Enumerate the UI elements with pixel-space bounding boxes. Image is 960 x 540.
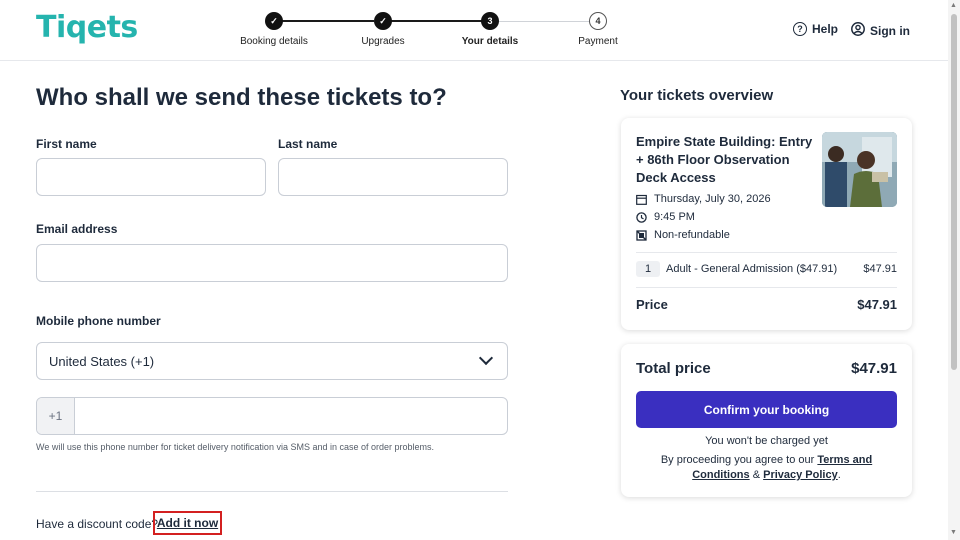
phone-number-field[interactable] bbox=[75, 398, 507, 434]
sign-in-link[interactable]: Sign in bbox=[851, 22, 910, 39]
tiqets-logo[interactable]: Tiqets bbox=[36, 10, 138, 45]
first-name-field[interactable] bbox=[36, 158, 266, 196]
confirm-booking-button[interactable]: Confirm your booking bbox=[636, 391, 897, 428]
step-number-badge: 4 bbox=[589, 12, 607, 30]
email-field[interactable] bbox=[36, 244, 508, 282]
first-name-label: First name bbox=[36, 137, 97, 151]
user-icon bbox=[851, 22, 865, 39]
help-link[interactable]: ? Help bbox=[793, 22, 838, 36]
phone-number-group: +1 bbox=[36, 397, 508, 435]
step-payment: 4 Payment bbox=[548, 10, 648, 47]
product-title: Empire State Building: Entry + 86th Floo… bbox=[636, 134, 813, 185]
privacy-policy-link[interactable]: Privacy Policy bbox=[763, 469, 838, 481]
vertical-scrollbar[interactable]: ▲ ▼ bbox=[948, 0, 960, 540]
clock-icon bbox=[636, 211, 647, 223]
phone-label: Mobile phone number bbox=[36, 314, 161, 328]
page-title: Who shall we send these tickets to? bbox=[36, 84, 447, 111]
divider bbox=[36, 491, 508, 492]
last-name-field[interactable] bbox=[278, 158, 508, 196]
no-charge-note: You won't be charged yet bbox=[705, 435, 828, 447]
checkout-card: Total price $47.91 Confirm your booking … bbox=[621, 344, 912, 497]
total-price-row: Total price $47.91 bbox=[636, 360, 897, 377]
non-refundable-icon bbox=[636, 229, 647, 241]
step-your-details: 3 Your details bbox=[440, 10, 540, 47]
last-name-label: Last name bbox=[278, 137, 338, 151]
refund-policy: Non-refundable bbox=[636, 229, 730, 241]
calendar-icon bbox=[636, 194, 647, 205]
top-header: Tiqets ✓ Booking details ✓ Upgrades 3 Yo… bbox=[0, 0, 948, 61]
ticket-overview-card: Empire State Building: Entry + 86th Floo… bbox=[621, 118, 912, 330]
phone-prefix: +1 bbox=[37, 398, 75, 434]
ticket-description: Adult - General Admission ($47.91) bbox=[666, 263, 838, 275]
ticket-line-price: $47.91 bbox=[863, 263, 897, 275]
product-image bbox=[822, 132, 897, 207]
overview-title: Your tickets overview bbox=[620, 87, 774, 104]
ticket-line-item: 1 Adult - General Admission ($47.91) $47… bbox=[636, 261, 897, 277]
booking-progress-stepper: ✓ Booking details ✓ Upgrades 3 Your deta… bbox=[236, 10, 636, 50]
divider bbox=[636, 287, 897, 288]
chevron-down-icon bbox=[478, 350, 494, 366]
discount-prompt: Have a discount code? bbox=[36, 517, 159, 531]
email-label: Email address bbox=[36, 222, 118, 236]
help-icon: ? bbox=[793, 22, 807, 36]
ticket-quantity: 1 bbox=[636, 261, 660, 277]
price-row: Price $47.91 bbox=[636, 297, 897, 312]
visit-time: 9:45 PM bbox=[636, 211, 695, 223]
phone-hint: We will use this phone number for ticket… bbox=[36, 442, 435, 452]
step-number-badge: 3 bbox=[481, 12, 499, 30]
check-icon: ✓ bbox=[374, 12, 392, 30]
check-icon: ✓ bbox=[265, 12, 283, 30]
step-booking-details[interactable]: ✓ Booking details bbox=[224, 10, 324, 47]
visit-date: Thursday, July 30, 2026 bbox=[636, 193, 771, 205]
scrollbar-thumb[interactable] bbox=[951, 14, 957, 370]
add-discount-code-link[interactable]: Add it now bbox=[153, 511, 222, 535]
terms-notice: By proceeding you agree to our Terms and… bbox=[660, 454, 873, 481]
country-code-select[interactable]: United States (+1) bbox=[36, 342, 508, 380]
divider bbox=[636, 252, 897, 253]
scroll-down-arrow-icon[interactable]: ▼ bbox=[950, 529, 957, 536]
scroll-up-arrow-icon[interactable]: ▲ bbox=[950, 2, 957, 9]
step-upgrades[interactable]: ✓ Upgrades bbox=[333, 10, 433, 47]
